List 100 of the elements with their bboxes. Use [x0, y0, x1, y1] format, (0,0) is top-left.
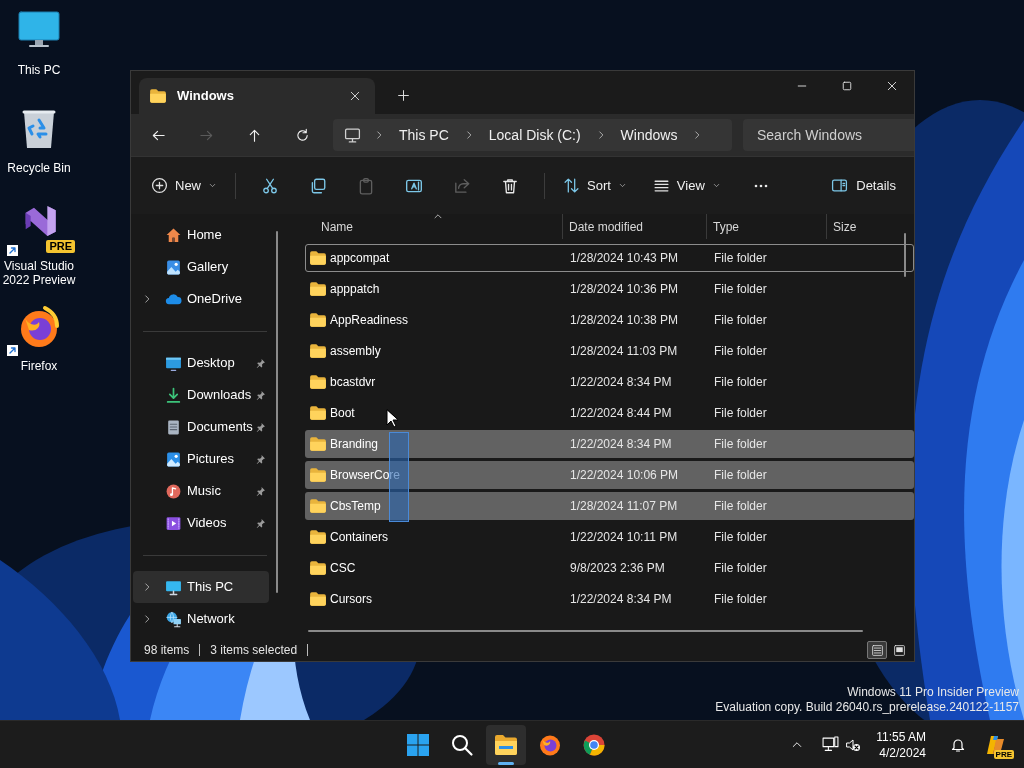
sidebar-item[interactable]: Home [133, 219, 269, 251]
chevron-down-icon [617, 181, 627, 190]
sidebar-item[interactable]: Videos [133, 507, 269, 539]
folder-icon [309, 590, 327, 608]
sidebar-item[interactable]: Documents [133, 411, 269, 443]
file-type: File folder [713, 467, 768, 484]
file-row[interactable]: appcompat 1/28/2024 10:43 PM File folder [305, 244, 914, 272]
chevron-right-icon[interactable] [142, 614, 152, 624]
date-modified: 1/28/2024 10:43 PM [569, 250, 680, 267]
tab[interactable]: Windows [139, 78, 375, 114]
details-view-button[interactable] [867, 641, 887, 659]
folder-icon [309, 404, 327, 422]
search-icon [450, 732, 474, 757]
details-button[interactable]: Details [823, 169, 904, 202]
file-type: File folder [713, 498, 768, 515]
file-row[interactable]: assembly 1/28/2024 11:03 PM File folder [305, 337, 914, 365]
breadcrumb-item[interactable]: Local Disk (C:) [486, 124, 583, 146]
selection-count: 3 items selected [210, 642, 298, 659]
date-modified: 1/22/2024 8:34 PM [569, 591, 673, 608]
date-modified: 1/22/2024 8:34 PM [569, 374, 673, 391]
sidebar-item[interactable]: Network [133, 603, 269, 635]
file-row[interactable]: CSC 9/8/2023 2:36 PM File folder [305, 554, 914, 582]
date-modified: 1/22/2024 8:44 PM [569, 405, 673, 422]
file-name: bcastdvr [330, 374, 376, 391]
file-row[interactable]: Cursors 1/22/2024 8:34 PM File folder [305, 585, 914, 613]
new-menu-button[interactable]: New [143, 169, 225, 202]
desktop-icon-label[interactable]: This PC [0, 63, 78, 77]
column-header[interactable]: Date modified [563, 214, 707, 239]
file-row[interactable]: bcastdvr 1/22/2024 8:34 PM File folder [305, 368, 914, 396]
sidebar-item[interactable]: OneDrive [133, 283, 269, 315]
bell-icon [950, 736, 966, 753]
file-row[interactable]: AppReadiness 1/28/2024 10:38 PM File folder [305, 306, 914, 334]
browser-icon [582, 732, 606, 757]
folder-icon [149, 87, 167, 105]
file-row[interactable]: CbsTemp 1/28/2024 11:07 PM File folder [305, 492, 914, 520]
desktop-icon-label[interactable]: Firefox [0, 359, 78, 373]
close-icon [885, 80, 898, 92]
sort-menu-button[interactable]: Sort [555, 169, 635, 202]
sidebar-item[interactable]: Music [133, 475, 269, 507]
file-row[interactable]: Containers 1/22/2024 10:11 PM File folder [305, 523, 914, 551]
chevron-right-icon[interactable] [142, 582, 152, 592]
chevron-down-icon [208, 181, 217, 190]
chevron-right-icon[interactable] [142, 294, 152, 304]
file-type: File folder [713, 374, 768, 391]
folder-icon [309, 373, 327, 391]
column-header[interactable]: Type [707, 214, 827, 239]
file-name: AppReadiness [330, 312, 409, 329]
folder-icon [309, 280, 327, 298]
network-icon [165, 610, 182, 628]
sidebar-item[interactable]: Desktop [133, 347, 269, 379]
file-name: apppatch [330, 281, 380, 298]
copilot-button[interactable]: PRE [980, 728, 1012, 761]
sidebar-item[interactable]: Gallery [133, 251, 269, 283]
scrollbar[interactable] [276, 231, 278, 593]
file-name: assembly [330, 343, 381, 360]
folder-icon [309, 249, 327, 267]
file-explorer-button[interactable] [486, 724, 526, 765]
date-modified: 1/22/2024 10:11 PM [569, 529, 679, 546]
folder-icon [309, 528, 327, 546]
mouse-pointer-icon [386, 409, 398, 428]
file-name: appcompat [330, 250, 390, 267]
date-modified: 1/22/2024 10:06 PM [569, 467, 680, 484]
download-icon [165, 386, 182, 404]
file-type: File folder [713, 250, 768, 267]
breadcrumb-item[interactable]: This PC [397, 124, 451, 146]
sidebar-item[interactable]: This PC [133, 571, 269, 603]
network-icon [821, 736, 839, 753]
folder-icon [309, 435, 327, 453]
sidebar-item[interactable]: Downloads [133, 379, 269, 411]
file-name: CSC [330, 560, 356, 577]
details-pane-icon [831, 177, 849, 194]
search-field[interactable]: Search Windows [743, 119, 914, 151]
column-header[interactable]: Size [827, 214, 898, 239]
chevron-down-icon [711, 181, 721, 190]
music-icon [165, 482, 182, 500]
date-modified: 1/22/2024 8:34 PM [569, 436, 673, 453]
video-icon [165, 514, 182, 532]
date-modified: 1/28/2024 10:36 PM [569, 281, 680, 298]
file-row[interactable]: Boot 1/22/2024 8:44 PM File folder [305, 399, 914, 427]
desktop-icon-label[interactable]: Visual Studio 2022 Preview [0, 259, 78, 287]
desktop-icon-label[interactable]: Recycle Bin [0, 161, 78, 175]
clock[interactable]: 11:55 AM 4/2/2024 [872, 728, 930, 761]
folder-icon [309, 466, 327, 484]
column-header[interactable]: Name [305, 214, 563, 239]
picture-icon [165, 450, 182, 468]
file-name: Containers [330, 529, 389, 546]
view-menu-button[interactable]: View [644, 169, 729, 202]
folder-icon [494, 732, 518, 757]
active-indicator [498, 761, 514, 765]
breadcrumb-item[interactable]: Windows [618, 124, 680, 146]
file-type: File folder [713, 281, 768, 298]
chevron-right-icon[interactable] [374, 130, 384, 140]
scrollbar[interactable] [308, 630, 863, 632]
file-row[interactable]: Branding 1/22/2024 8:34 PM File folder [305, 430, 914, 458]
sidebar-item[interactable]: Pictures [133, 443, 269, 475]
file-row[interactable]: apppatch 1/28/2024 10:36 PM File folder [305, 275, 914, 303]
scrollbar[interactable] [904, 233, 906, 277]
address-bar[interactable]: This PC Local Disk (C:) Windows [333, 119, 732, 151]
file-name: Branding [330, 436, 379, 453]
close-icon [349, 90, 361, 102]
